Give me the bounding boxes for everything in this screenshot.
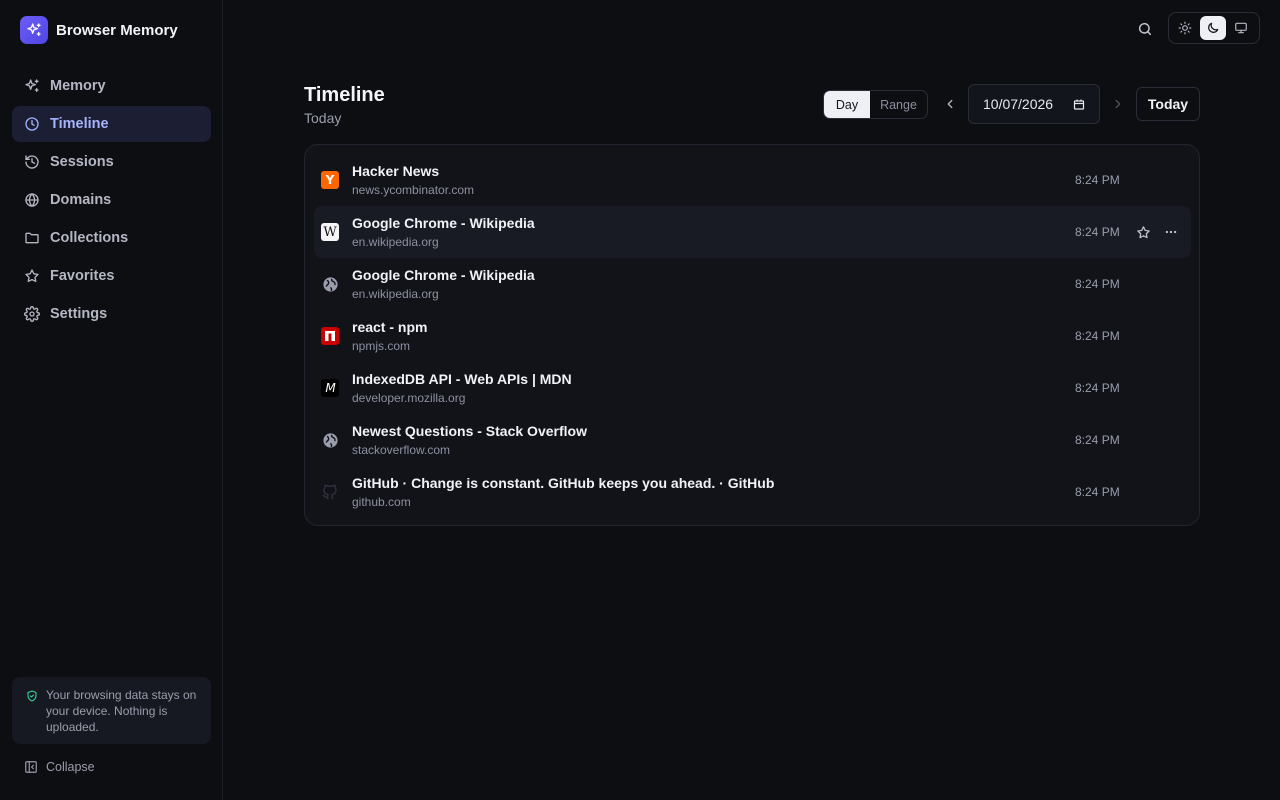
row-title: react - npm xyxy=(352,319,428,335)
sidebar-item-label: Settings xyxy=(50,306,108,322)
timeline-row[interactable]: Y Hacker News news.ycombinator.com 8:24 … xyxy=(314,154,1191,206)
more-options-button[interactable] xyxy=(1162,223,1180,241)
row-time: 8:24 PM xyxy=(1075,433,1120,447)
globe-icon xyxy=(321,431,339,449)
row-domain: en.wikipedia.org xyxy=(352,287,439,301)
history-icon xyxy=(25,155,39,169)
sidebar-collapse-icon xyxy=(25,761,37,773)
view-mode-toggle: Day Range xyxy=(823,90,928,119)
sidebar-item-memory[interactable]: Memory xyxy=(12,68,211,104)
row-domain: news.ycombinator.com xyxy=(352,183,475,197)
star-icon xyxy=(25,269,39,283)
row-time: 8:24 PM xyxy=(1075,277,1120,291)
row-title: Hacker News xyxy=(352,163,440,179)
star-icon xyxy=(1136,225,1150,238)
timeline-row[interactable]: Google Chrome - Wikipedia en.wikipedia.o… xyxy=(314,258,1191,310)
sparkles-icon xyxy=(25,79,39,92)
chevron-right-icon xyxy=(1115,99,1121,109)
row-title: Google Chrome - Wikipedia xyxy=(352,215,535,231)
row-domain: github.com xyxy=(352,495,411,509)
row-domain: developer.mozilla.org xyxy=(352,391,466,405)
search-icon xyxy=(1138,22,1152,36)
sidebar: Browser Memory Memory Timeline Sessions … xyxy=(0,0,223,800)
privacy-text: Your browsing data stays on your device.… xyxy=(46,688,197,734)
row-time: 8:24 PM xyxy=(1075,225,1120,239)
folder-icon xyxy=(25,232,39,244)
row-title: GitHub · Change is constant. GitHub keep… xyxy=(352,475,775,491)
page-title: Timeline xyxy=(304,84,385,106)
date-value: 10/07/2026 xyxy=(983,96,1054,112)
more-horizontal-icon xyxy=(1165,230,1177,234)
range-mode-button[interactable]: Range xyxy=(870,91,927,118)
collapse-label: Collapse xyxy=(46,760,95,774)
sidebar-item-label: Collections xyxy=(50,230,129,246)
sidebar-item-label: Memory xyxy=(50,78,106,94)
sidebar-item-timeline[interactable]: Timeline xyxy=(12,106,211,142)
moon-icon xyxy=(1208,22,1219,33)
chevron-left-icon xyxy=(947,99,953,109)
sparkles-logo-icon xyxy=(20,16,48,44)
sidebar-item-label: Timeline xyxy=(50,116,109,132)
sidebar-item-domains[interactable]: Domains xyxy=(12,182,211,218)
timeline-row[interactable]: GitHub · Change is constant. GitHub keep… xyxy=(314,466,1191,518)
row-time: 8:24 PM xyxy=(1075,329,1120,343)
sun-icon xyxy=(1178,21,1192,35)
theme-dark-button[interactable] xyxy=(1200,16,1226,40)
previous-day-button[interactable] xyxy=(940,94,960,114)
globe-icon xyxy=(321,275,339,293)
row-domain: en.wikipedia.org xyxy=(352,235,439,249)
sidebar-item-favorites[interactable]: Favorites xyxy=(12,258,211,294)
page-subtitle: Today xyxy=(304,110,342,126)
collapse-button[interactable]: Collapse xyxy=(24,760,95,774)
row-time: 8:24 PM xyxy=(1075,381,1120,395)
timeline-list: Y Hacker News news.ycombinator.com 8:24 … xyxy=(304,144,1200,526)
mdn-icon: M xyxy=(321,379,339,397)
brand[interactable]: Browser Memory xyxy=(20,16,178,44)
row-title: Newest Questions - Stack Overflow xyxy=(352,423,587,439)
search-button[interactable] xyxy=(1134,18,1156,40)
sidebar-nav: Memory Timeline Sessions Domains Collect… xyxy=(12,68,211,334)
github-icon xyxy=(321,483,339,501)
row-title: Google Chrome - Wikipedia xyxy=(352,267,535,283)
npm-icon xyxy=(321,327,339,345)
next-day-button[interactable] xyxy=(1108,94,1128,114)
sidebar-item-label: Domains xyxy=(50,192,112,208)
sidebar-item-sessions[interactable]: Sessions xyxy=(12,144,211,180)
date-field[interactable]: 10/07/2026 xyxy=(968,84,1100,124)
timeline-row[interactable]: W Google Chrome - Wikipedia en.wikipedia… xyxy=(314,206,1191,258)
sidebar-item-label: Favorites xyxy=(50,268,115,284)
theme-light-button[interactable] xyxy=(1172,16,1198,40)
hacker-news-icon: Y xyxy=(321,171,339,189)
sidebar-item-label: Sessions xyxy=(50,154,114,170)
shield-check-icon xyxy=(27,690,37,702)
theme-switcher xyxy=(1168,12,1260,44)
calendar-icon[interactable] xyxy=(1073,98,1085,111)
sidebar-item-collections[interactable]: Collections xyxy=(12,220,211,256)
gear-icon xyxy=(24,306,40,322)
timeline-row[interactable]: M IndexedDB API - Web APIs | MDN develop… xyxy=(314,362,1191,414)
theme-system-button[interactable] xyxy=(1228,16,1254,40)
sidebar-item-settings[interactable]: Settings xyxy=(12,296,211,332)
timeline-row[interactable]: Newest Questions - Stack Overflow stacko… xyxy=(314,414,1191,466)
globe-icon xyxy=(25,193,39,207)
row-time: 8:24 PM xyxy=(1075,173,1120,187)
monitor-icon xyxy=(1235,22,1247,34)
app-title: Browser Memory xyxy=(56,21,178,39)
row-domain: stackoverflow.com xyxy=(352,443,451,457)
favorite-button[interactable] xyxy=(1134,223,1152,241)
timeline-row[interactable]: react - npm npmjs.com 8:24 PM xyxy=(314,310,1191,362)
today-button[interactable]: Today xyxy=(1136,87,1200,121)
row-title: IndexedDB API - Web APIs | MDN xyxy=(352,371,572,387)
wikipedia-icon: W xyxy=(321,223,339,241)
clock-icon xyxy=(25,117,39,131)
row-domain: npmjs.com xyxy=(352,339,411,353)
row-time: 8:24 PM xyxy=(1075,485,1120,499)
privacy-note: Your browsing data stays on your device.… xyxy=(12,677,211,744)
day-mode-button[interactable]: Day xyxy=(824,91,870,118)
